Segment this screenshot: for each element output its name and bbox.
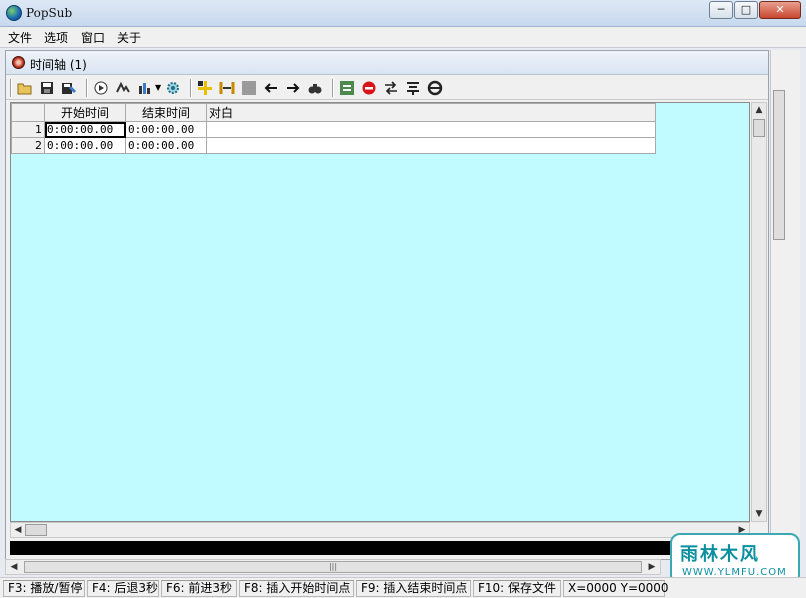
audio-icon[interactable] (114, 79, 132, 97)
start-time-cell[interactable]: 0:00:00.00 (44, 137, 126, 154)
status-forward: F6: 前进3秒 (161, 580, 237, 597)
window-title: PopSub (26, 6, 73, 20)
menu-window[interactable]: 窗口 (81, 29, 105, 46)
menu-options[interactable]: 选项 (44, 29, 68, 46)
timeline-bar[interactable] (10, 541, 750, 555)
status-coordinates: X=0000 Y=0000 (563, 580, 669, 597)
toolbar-separator (332, 79, 334, 97)
chart-icon[interactable] (136, 79, 154, 97)
row-number[interactable]: 1 (11, 121, 45, 138)
mdi-horizontal-scrollbar[interactable]: ◀ ||| ▶ (5, 559, 661, 575)
menu-file[interactable]: 文件 (8, 29, 32, 46)
row-number-header (11, 103, 45, 122)
subtitle-grid: 开始时间 结束时间 对白 1 0:00:00.00 0:00:00.00 2 0… (10, 102, 750, 522)
end-time-cell[interactable]: 0:00:00.00 (125, 121, 207, 138)
scroll-down-icon[interactable]: ▼ (753, 507, 765, 521)
toolbar: ▼ (6, 76, 768, 100)
timeline-child-window: 时间轴 (1) ▼ 开始时间 结束时间 对白 1 0:00:00.00 0:00… (5, 50, 769, 560)
find-icon[interactable] (306, 79, 324, 97)
dialogue-cell[interactable] (206, 121, 656, 138)
status-bar: F3: 播放/暂停 F4: 后退3秒 F6: 前进3秒 F8: 插入开始时间点 … (0, 577, 806, 598)
start-time-header[interactable]: 开始时间 (44, 103, 126, 122)
settings-icon[interactable] (164, 79, 182, 97)
grid-vertical-scrollbar[interactable]: ▲ ▼ (751, 102, 767, 522)
convert-icon[interactable] (338, 79, 356, 97)
close-button[interactable]: ✕ (759, 1, 801, 19)
menu-bar: 文件 选项 窗口 关于 (0, 27, 806, 47)
stop-square-icon[interactable] (240, 79, 258, 97)
sync-icon[interactable] (382, 79, 400, 97)
table-row: 2 0:00:00.00 0:00:00.00 (11, 137, 656, 154)
status-save-file: F10: 保存文件 (473, 580, 561, 597)
row-number[interactable]: 2 (11, 137, 45, 154)
table-row: 1 0:00:00.00 0:00:00.00 (11, 121, 656, 138)
grid-horizontal-scrollbar[interactable]: ◀ ▶ (10, 522, 750, 538)
child-title-bar: 时间轴 (1) (6, 51, 768, 75)
save-as-icon[interactable] (60, 79, 78, 97)
status-play-pause: F3: 播放/暂停 (3, 580, 85, 597)
child-title: 时间轴 (1) (30, 58, 87, 72)
arrow-right-icon[interactable] (284, 79, 302, 97)
scroll-thumb[interactable] (773, 90, 785, 240)
scroll-thumb[interactable] (753, 119, 765, 137)
open-icon[interactable] (16, 79, 34, 97)
dialogue-cell[interactable] (206, 137, 656, 154)
scroll-thumb[interactable] (25, 524, 47, 536)
scroll-up-icon[interactable]: ▲ (753, 103, 765, 117)
globe-app-icon (6, 5, 22, 21)
dialogue-header[interactable]: 对白 (206, 103, 656, 122)
toolbar-separator (86, 79, 88, 97)
minimize-button[interactable]: ─ (709, 1, 733, 19)
scroll-left-icon[interactable]: ◀ (12, 523, 24, 537)
status-back: F4: 后退3秒 (87, 580, 159, 597)
subtitle-table: 开始时间 结束时间 对白 1 0:00:00.00 0:00:00.00 2 0… (11, 103, 656, 154)
arrow-left-icon[interactable] (262, 79, 280, 97)
delete-icon[interactable] (360, 79, 378, 97)
start-time-cell[interactable]: 0:00:00.00 (44, 121, 126, 138)
menu-about[interactable]: 关于 (117, 29, 141, 46)
scroll-right-icon[interactable]: ▶ (646, 560, 658, 574)
timeline-icon (12, 56, 25, 69)
scroll-left-icon[interactable]: ◀ (8, 560, 20, 574)
title-bar: PopSub ─ □ ✕ (0, 0, 806, 27)
insert-icon[interactable] (196, 79, 214, 97)
effects-icon[interactable] (426, 79, 444, 97)
toolbar-separator (190, 79, 192, 97)
status-insert-start: F8: 插入开始时间点 (239, 580, 354, 597)
maximize-button[interactable]: □ (734, 1, 758, 19)
mdi-vertical-scrollbar[interactable] (770, 50, 800, 560)
save-icon[interactable] (38, 79, 56, 97)
split-icon[interactable] (218, 79, 236, 97)
toolbar-separator (10, 79, 12, 97)
video-icon[interactable] (92, 79, 110, 97)
table-header-row: 开始时间 结束时间 对白 (11, 103, 656, 122)
watermark-text: 雨林木风 (680, 544, 760, 565)
end-time-header[interactable]: 结束时间 (125, 103, 207, 122)
merge-icon[interactable] (404, 79, 422, 97)
scroll-thumb[interactable]: ||| (24, 561, 642, 573)
end-time-cell[interactable]: 0:00:00.00 (125, 137, 207, 154)
chevron-down-icon[interactable]: ▼ (155, 83, 161, 92)
status-insert-end: F9: 插入结束时间点 (356, 580, 471, 597)
